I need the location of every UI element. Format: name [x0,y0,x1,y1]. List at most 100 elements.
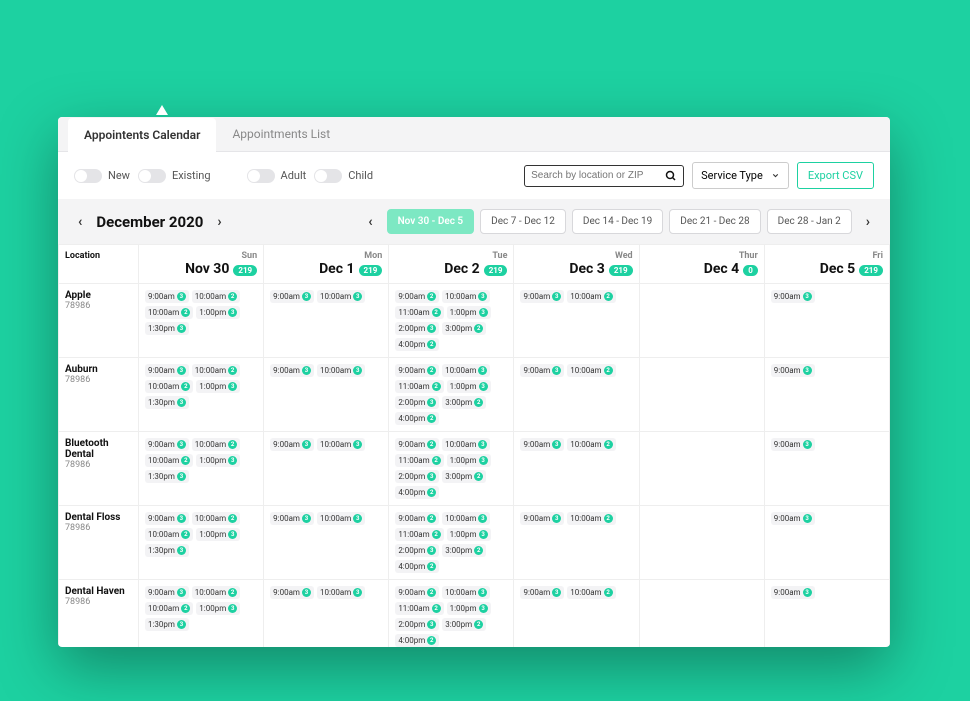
time-slot[interactable]: 1:00pm3 [447,454,491,467]
tab-list[interactable]: Appointments List [216,117,346,151]
time-slot[interactable]: 9:00am3 [771,364,815,377]
time-slot[interactable]: 3:00pm2 [442,470,486,483]
time-slot[interactable]: 4:00pm2 [395,560,439,573]
toggle-new[interactable]: New [74,169,130,183]
week-next-button[interactable]: › [862,214,874,230]
time-slot[interactable]: 9:00am3 [520,586,564,599]
time-slot[interactable]: 1:30pm3 [145,618,189,631]
time-slot[interactable]: 9:00am3 [145,438,189,451]
time-slot[interactable]: 1:00pm3 [196,380,240,393]
time-slot[interactable]: 2:00pm3 [395,470,439,483]
time-slot[interactable]: 10:00am3 [317,438,365,451]
time-slot[interactable]: 11:00am2 [395,602,443,615]
toggle-existing[interactable]: Existing [138,169,211,183]
time-slot[interactable]: 4:00pm2 [395,634,439,647]
time-slot[interactable]: 9:00am3 [771,512,815,525]
time-slot[interactable]: 1:00pm3 [196,454,240,467]
time-slot[interactable]: 1:30pm3 [145,322,189,335]
time-slot[interactable]: 9:00am3 [145,512,189,525]
time-slot[interactable]: 9:00am3 [270,364,314,377]
month-next-button[interactable]: › [213,214,225,230]
week-prev-button[interactable]: ‹ [364,214,376,230]
time-slot[interactable]: 9:00am3 [270,586,314,599]
time-slot[interactable]: 3:00pm2 [442,322,486,335]
toggle-adult[interactable]: Adult [247,169,307,183]
time-slot[interactable]: 2:00pm3 [395,618,439,631]
time-slot[interactable]: 2:00pm3 [395,396,439,409]
time-slot[interactable]: 9:00am3 [145,290,189,303]
time-slot[interactable]: 9:00am2 [395,438,439,451]
time-slot[interactable]: 10:00am2 [145,454,193,467]
time-slot[interactable]: 10:00am3 [442,512,490,525]
time-slot[interactable]: 10:00am2 [567,438,615,451]
time-slot[interactable]: 9:00am3 [270,512,314,525]
time-slot[interactable]: 10:00am3 [317,290,365,303]
time-slot[interactable]: 10:00am2 [145,528,193,541]
month-prev-button[interactable]: ‹ [74,214,86,230]
time-slot[interactable]: 10:00am2 [145,380,193,393]
time-slot[interactable]: 10:00am2 [567,290,615,303]
time-slot[interactable]: 4:00pm2 [395,486,439,499]
time-slot[interactable]: 10:00am3 [317,512,365,525]
search-field[interactable] [531,170,665,181]
time-slot[interactable]: 1:30pm3 [145,396,189,409]
time-slot[interactable]: 10:00am2 [567,512,615,525]
time-slot[interactable]: 9:00am2 [395,364,439,377]
week-pill[interactable]: Nov 30 - Dec 5 [387,209,475,234]
time-slot[interactable]: 10:00am2 [192,512,240,525]
time-slot[interactable]: 10:00am3 [317,586,365,599]
service-type-dropdown[interactable]: Service Type [692,162,789,189]
time-slot[interactable]: 10:00am3 [442,290,490,303]
week-pill[interactable]: Dec 28 - Jan 2 [767,209,852,234]
export-csv-button[interactable]: Export CSV [797,162,874,189]
time-slot[interactable]: 11:00am2 [395,306,443,319]
time-slot[interactable]: 1:00pm3 [196,306,240,319]
time-slot[interactable]: 9:00am3 [145,364,189,377]
time-slot[interactable]: 1:00pm3 [447,528,491,541]
time-slot[interactable]: 10:00am3 [442,364,490,377]
time-slot[interactable]: 10:00am2 [145,602,193,615]
time-slot[interactable]: 10:00am2 [192,290,240,303]
time-slot[interactable]: 10:00am2 [192,586,240,599]
time-slot[interactable]: 9:00am3 [771,290,815,303]
time-slot[interactable]: 9:00am3 [270,290,314,303]
time-slot[interactable]: 10:00am2 [192,364,240,377]
time-slot[interactable]: 2:00pm3 [395,544,439,557]
time-slot[interactable]: 9:00am3 [520,512,564,525]
time-slot[interactable]: 10:00am2 [145,306,193,319]
time-slot[interactable]: 1:00pm3 [447,306,491,319]
time-slot[interactable]: 9:00am2 [395,512,439,525]
time-slot[interactable]: 9:00am3 [520,290,564,303]
time-slot[interactable]: 9:00am3 [520,364,564,377]
time-slot[interactable]: 9:00am3 [520,438,564,451]
time-slot[interactable]: 10:00am2 [567,364,615,377]
week-pill[interactable]: Dec 21 - Dec 28 [669,209,760,234]
time-slot[interactable]: 1:00pm3 [196,602,240,615]
tab-calendar[interactable]: Appointents Calendar [68,118,216,152]
time-slot[interactable]: 10:00am2 [567,586,615,599]
time-slot[interactable]: 10:00am3 [442,586,490,599]
time-slot[interactable]: 1:00pm3 [447,602,491,615]
time-slot[interactable]: 11:00am2 [395,454,443,467]
time-slot[interactable]: 10:00am2 [192,438,240,451]
time-slot[interactable]: 3:00pm2 [442,544,486,557]
time-slot[interactable]: 9:00am3 [771,438,815,451]
search-input[interactable] [524,165,684,187]
time-slot[interactable]: 2:00pm3 [395,322,439,335]
time-slot[interactable]: 3:00pm2 [442,618,486,631]
time-slot[interactable]: 10:00am3 [317,364,365,377]
time-slot[interactable]: 9:00am2 [395,586,439,599]
time-slot[interactable]: 1:30pm3 [145,470,189,483]
time-slot[interactable]: 10:00am3 [442,438,490,451]
time-slot[interactable]: 4:00pm2 [395,412,439,425]
time-slot[interactable]: 11:00am2 [395,380,443,393]
time-slot[interactable]: 11:00am2 [395,528,443,541]
time-slot[interactable]: 4:00pm2 [395,338,439,351]
time-slot[interactable]: 1:00pm3 [447,380,491,393]
time-slot[interactable]: 3:00pm2 [442,396,486,409]
time-slot[interactable]: 9:00am3 [771,586,815,599]
toggle-child[interactable]: Child [314,169,373,183]
time-slot[interactable]: 1:00pm3 [196,528,240,541]
time-slot[interactable]: 9:00am2 [395,290,439,303]
time-slot[interactable]: 9:00am3 [270,438,314,451]
